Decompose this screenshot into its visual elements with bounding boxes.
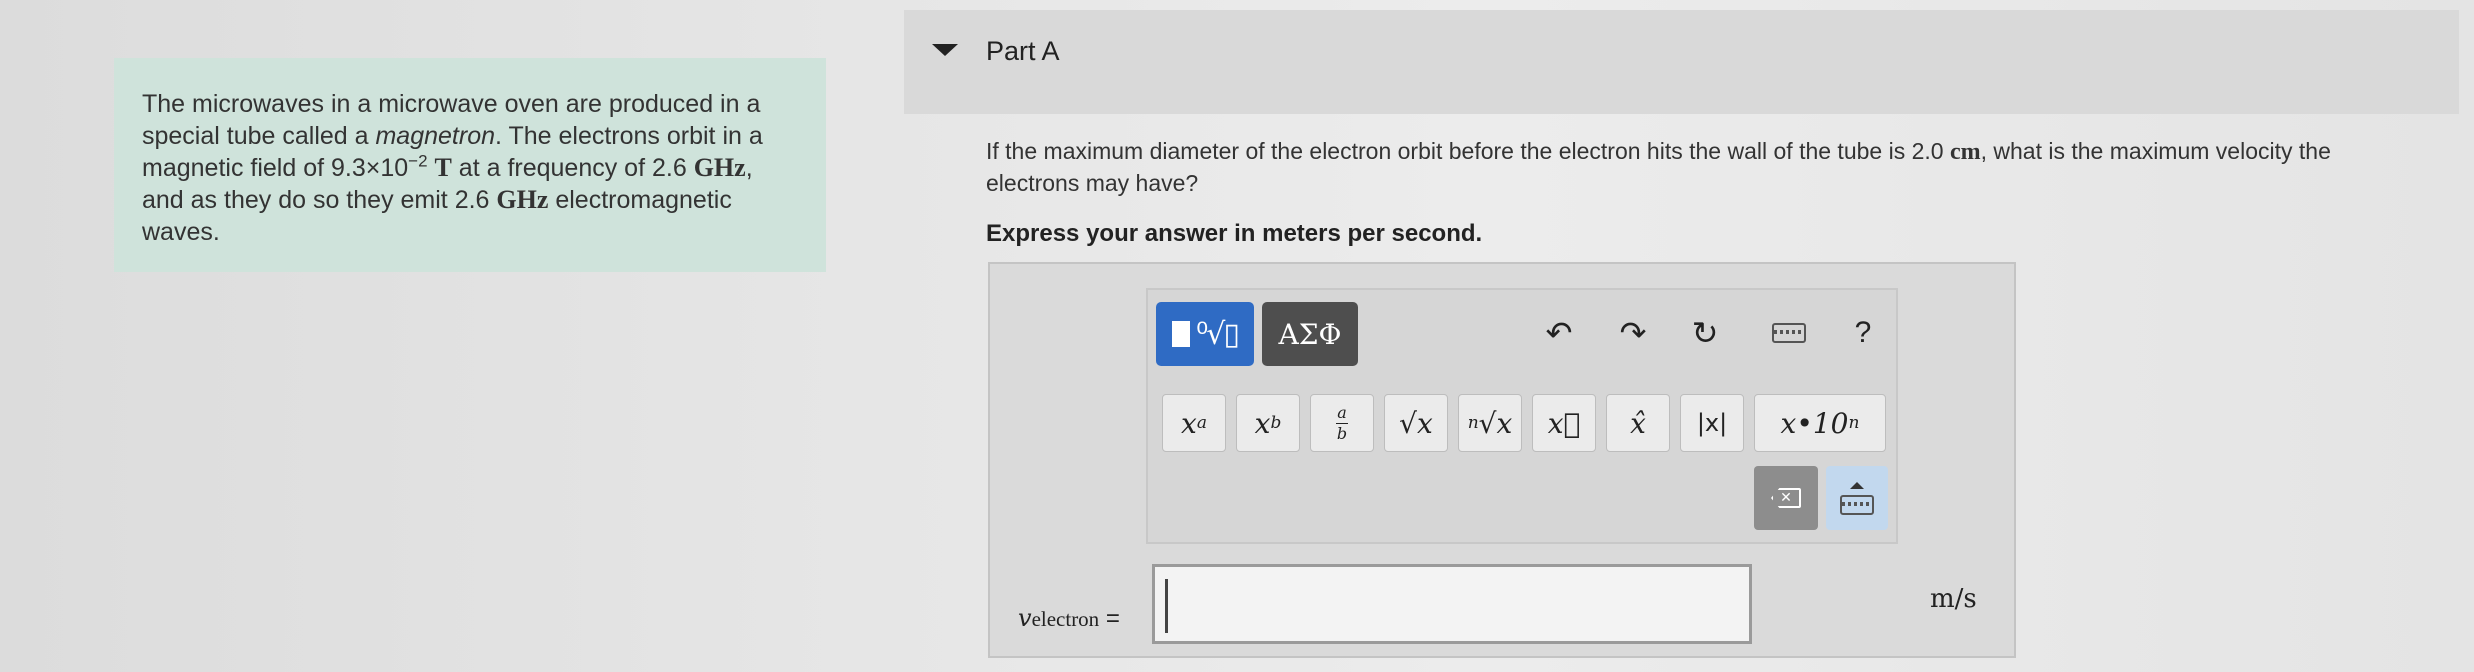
keyboard-toggle-button[interactable] <box>1826 466 1888 530</box>
absolute-value-button[interactable]: |x| <box>1680 394 1744 452</box>
templates-button[interactable]: ⁰√▯ <box>1156 302 1254 366</box>
greek-symbols-button[interactable]: ΑΣΦ <box>1262 302 1358 366</box>
undo-icon[interactable]: ↶ <box>1534 308 1584 358</box>
subscript-button[interactable]: xb <box>1236 394 1300 452</box>
problem-term: magnetron <box>375 122 496 150</box>
backspace-icon: ✕ <box>1771 488 1801 508</box>
text-cursor <box>1165 579 1168 633</box>
scientific-notation-button[interactable]: x•10 n <box>1754 394 1886 452</box>
problem-statement: The microwaves in a microwave oven are p… <box>114 58 826 272</box>
fraction-button[interactable]: ab <box>1310 394 1374 452</box>
reset-icon[interactable]: ↻ <box>1680 308 1730 358</box>
help-icon[interactable]: ? <box>1838 308 1888 358</box>
caret-down-icon[interactable] <box>932 44 958 56</box>
answer-instruction: Express your answer in meters per second… <box>986 220 1483 247</box>
keyboard-icon <box>1772 323 1806 343</box>
redo-icon[interactable]: ↷ <box>1608 308 1658 358</box>
templates-icon <box>1172 321 1191 347</box>
math-toolbar: ⁰√▯ ΑΣΦ ↶ ↷ ↻ ? xa xb ab √x n √x x⃗ x̂ |x… <box>1146 288 1898 544</box>
freq-value: 2.6 GHz <box>651 153 746 182</box>
part-title: Part A <box>986 36 1060 66</box>
field-value: 9.3×10−2 T <box>331 151 452 182</box>
answer-input[interactable] <box>1152 564 1752 644</box>
question-text: If the maximum diameter of the electron … <box>986 138 2331 196</box>
backspace-button[interactable]: ✕ <box>1754 466 1818 530</box>
unit-vector-button[interactable]: x̂ <box>1606 394 1670 452</box>
nth-root-button[interactable]: n √x <box>1458 394 1522 452</box>
vector-button[interactable]: x⃗ <box>1532 394 1596 452</box>
keyboard-toggle-icon <box>1840 494 1874 515</box>
keyboard-shortcuts-button[interactable] <box>1764 308 1814 358</box>
answer-unit: m/s <box>1930 584 1977 614</box>
answer-variable-label: velectron = <box>1018 604 1120 632</box>
problem-text: at a frequency of <box>451 154 652 182</box>
superscript-button[interactable]: xa <box>1162 394 1226 452</box>
emit-freq-value: 2.6 GHz <box>454 185 549 214</box>
chevron-up-icon <box>1850 481 1864 489</box>
part-header[interactable]: Part A <box>904 10 2459 114</box>
sqrt-button[interactable]: √x <box>1384 394 1448 452</box>
